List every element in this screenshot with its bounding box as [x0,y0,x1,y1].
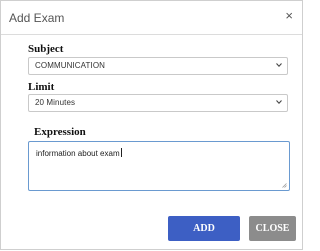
dialog-header: Add Exam × [1,1,302,35]
limit-label: Limit [28,81,55,93]
resize-handle-icon[interactable] [282,183,287,188]
close-button[interactable]: CLOSE [249,216,296,241]
subject-label: Subject [28,43,64,55]
expression-label: Expression [34,126,86,138]
text-caret [120,148,122,157]
limit-select-value: 20 Minutes [35,98,76,107]
close-icon[interactable]: × [285,9,293,23]
expression-textarea[interactable]: information about exam [28,141,290,191]
limit-select[interactable]: 20 Minutes [28,94,288,112]
subject-select-value: COMMUNICATION [35,61,106,70]
expression-text-value: information about exam [36,148,122,158]
chevron-down-icon [276,63,282,67]
dialog-title: Add Exam [9,11,65,25]
subject-select[interactable]: COMMUNICATION [28,57,288,75]
add-exam-dialog: Add Exam × Subject COMMUNICATION Limit 2… [0,0,303,250]
chevron-down-icon [276,100,282,104]
expression-value: information about exam [36,149,120,158]
add-button[interactable]: ADD [168,216,240,241]
